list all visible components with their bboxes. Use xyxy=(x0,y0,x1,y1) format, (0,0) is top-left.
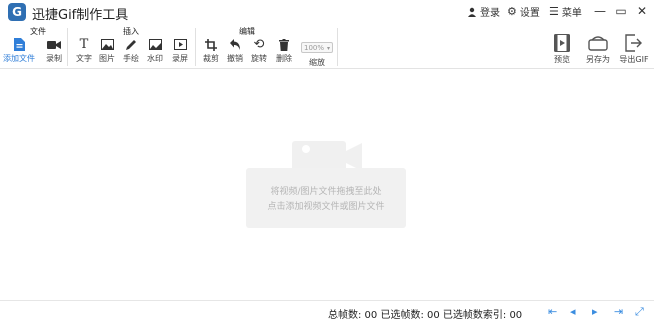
watermark-button[interactable]: 水印 xyxy=(141,38,169,66)
next-frame-icon[interactable]: ▸ xyxy=(592,305,598,318)
trash-icon xyxy=(277,38,291,51)
delete-button[interactable]: 删除 xyxy=(270,38,298,66)
first-frame-icon[interactable]: ⇤ xyxy=(548,305,557,318)
pen-icon xyxy=(124,38,138,51)
hamburger-icon: ☰ xyxy=(549,5,559,18)
screen-record-button[interactable]: 录屏 xyxy=(166,38,194,66)
expand-icon[interactable]: ⤢ xyxy=(635,305,644,319)
ribbon-toolbar: 文件 插入 编辑 添加文件 录制 T 文字 图片 手绘 水印 录屏 裁剪 撤销 … xyxy=(0,24,654,69)
export-gif-button[interactable]: 导出GIF xyxy=(616,34,652,68)
app-title: 迅捷Gif制作工具 xyxy=(32,8,129,23)
drop-hint-line2: 点击添加视频文件或图片文件 xyxy=(267,202,385,212)
title-bar: G 迅捷Gif制作工具 登录 ⚙ 设置 ☰ 菜单 — ▭ ✕ xyxy=(0,0,654,24)
chevron-down-icon: ▾ xyxy=(326,45,330,52)
gear-icon: ⚙ xyxy=(507,5,517,18)
zoom-select[interactable]: 100% ▾ xyxy=(301,42,333,53)
rotate-icon: ⟲ xyxy=(253,37,265,52)
separator xyxy=(67,28,68,66)
canvas-area[interactable]: 将视频/图片文件拖拽至此处 点击添加视频文件或图片文件 xyxy=(0,69,654,300)
save-as-icon xyxy=(588,34,608,52)
login-button[interactable]: 登录 xyxy=(467,4,500,19)
drop-video-icon xyxy=(292,141,362,171)
image-icon xyxy=(100,38,114,51)
preview-button[interactable]: 预览 xyxy=(544,34,580,68)
app-logo: G xyxy=(8,3,26,21)
group-label-file: 文件 xyxy=(30,27,46,36)
separator xyxy=(337,28,338,66)
user-icon xyxy=(468,7,476,17)
export-icon xyxy=(624,34,644,52)
text-icon: T xyxy=(79,37,89,52)
drop-zone[interactable]: 将视频/图片文件拖拽至此处 点击添加视频文件或图片文件 xyxy=(246,168,406,228)
video-camera-icon xyxy=(47,38,61,51)
last-frame-icon[interactable]: ⇥ xyxy=(614,305,623,318)
crop-icon xyxy=(204,38,218,51)
drop-hint-line1: 将视频/图片文件拖拽至此处 xyxy=(270,187,382,197)
maximize-button[interactable]: ▭ xyxy=(612,2,630,20)
status-bar: 总帧数: 00 已选帧数: 00 已选帧数索引: 00 ⇤ ◂ ▸ ⇥ ⤢ xyxy=(0,300,654,324)
record-button[interactable]: 录制 xyxy=(40,38,68,66)
settings-button[interactable]: ⚙ 设置 xyxy=(507,4,540,19)
add-file-icon xyxy=(12,38,26,51)
save-as-button[interactable]: 另存为 xyxy=(580,34,616,68)
separator xyxy=(195,28,196,66)
frame-count-status: 总帧数: 00 已选帧数: 00 已选帧数索引: 00 xyxy=(328,310,523,321)
minimize-button[interactable]: — xyxy=(591,2,609,20)
prev-frame-icon[interactable]: ◂ xyxy=(570,305,576,318)
screen-record-icon xyxy=(173,38,187,51)
rotate-button[interactable]: ⟲ 旋转 xyxy=(245,37,273,66)
close-button[interactable]: ✕ xyxy=(633,2,651,20)
watermark-icon xyxy=(148,38,162,51)
add-file-button[interactable]: 添加文件 xyxy=(3,38,35,66)
menu-button[interactable]: ☰ 菜单 xyxy=(549,4,582,19)
zoom-label: 缩放 xyxy=(309,58,325,67)
film-icon xyxy=(552,34,572,52)
group-label-insert: 插入 xyxy=(123,27,139,36)
undo-icon xyxy=(228,38,242,51)
group-label-edit: 编辑 xyxy=(239,27,255,36)
